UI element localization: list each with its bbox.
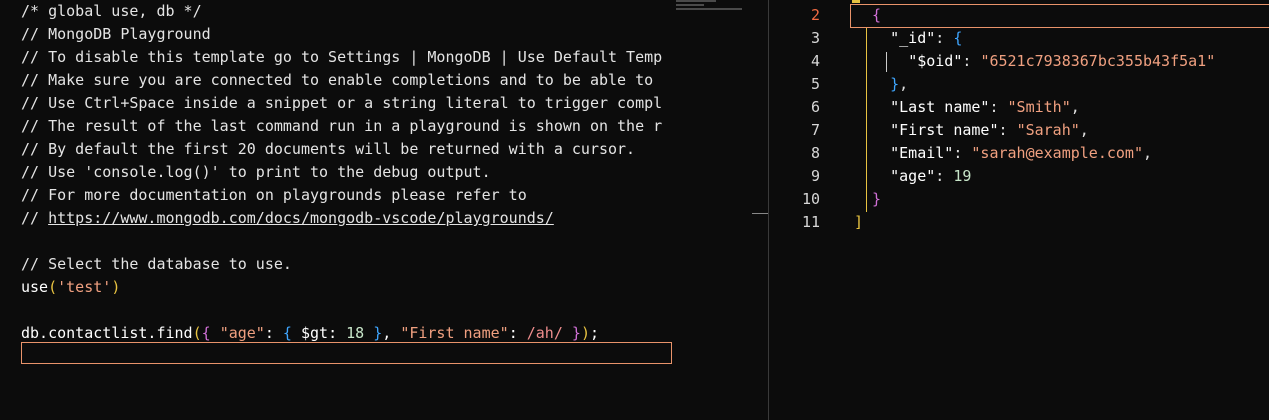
- code-line: // The result of the last command run in…: [21, 117, 663, 135]
- code-line: // Use Ctrl+Space inside a snippet or a …: [21, 94, 663, 112]
- code-line: // To disable this template go to Settin…: [21, 48, 663, 66]
- json-key: "First name": [890, 121, 999, 139]
- line-number: 11: [801, 213, 820, 231]
- json-string-value: "sarah@example.com": [971, 144, 1143, 162]
- json-key: "age": [890, 167, 936, 185]
- gt-operator: $gt: [300, 324, 329, 342]
- result-editor[interactable]: 2 3 4 5 6 7 8 9 10 11 { "_id": { "$oid":…: [770, 0, 1269, 420]
- line-number: 3: [810, 29, 820, 47]
- json-key: "Last name": [890, 98, 990, 116]
- vscode-window: /* global use, db */ // MongoDB Playgrou…: [0, 0, 1269, 420]
- json-line: },: [890, 75, 909, 93]
- json-line: "$oid": "6521c7938367bc355b43f5a1": [908, 52, 1216, 70]
- editor-splitter[interactable]: [768, 0, 769, 420]
- json-line: "First name": "Sarah",: [890, 121, 1089, 139]
- cursor-line-highlight[interactable]: [21, 342, 672, 364]
- json-line: "Email": "sarah@example.com",: [890, 144, 1153, 162]
- json-number-value: 19: [953, 167, 972, 185]
- result-json[interactable]: { "_id": { "$oid": "6521c7938367bc355b43…: [854, 4, 1215, 234]
- json-key: "_id": [890, 29, 936, 47]
- line-number: 9: [810, 167, 820, 185]
- code-line: // MongoDB Playground: [21, 25, 211, 43]
- regex-literal: /ah/: [526, 324, 563, 342]
- line-number: 2: [810, 6, 820, 24]
- line-number: 8: [810, 144, 820, 162]
- code-line: // Select the database to use.: [21, 255, 292, 273]
- line-number: 5: [810, 75, 820, 93]
- playground-editor[interactable]: /* global use, db */ // MongoDB Playgrou…: [0, 0, 672, 420]
- code-line: // By default the first 20 documents wil…: [21, 140, 636, 158]
- json-line: "_id": {: [890, 29, 963, 47]
- db-name-string: 'test': [57, 278, 112, 296]
- age-number: 18: [346, 324, 365, 342]
- code-line: // https://www.mongodb.com/docs/mongodb-…: [21, 207, 672, 230]
- line-number-gutter: 2 3 4 5 6 7 8 9 10 11: [770, 4, 820, 234]
- json-line: }: [854, 190, 882, 208]
- first-name-key: "First name": [400, 324, 509, 342]
- json-line: ]: [854, 213, 864, 231]
- json-line: "Last name": "Smith",: [890, 98, 1080, 116]
- line-number: 7: [810, 121, 820, 139]
- json-line: "age": 19: [890, 167, 972, 185]
- code-line: // Use 'console.log()' to print to the d…: [21, 163, 491, 181]
- line-number: 4: [810, 52, 820, 70]
- find-call: db.contactlist.find: [21, 324, 193, 342]
- json-key: "$oid": [908, 52, 963, 70]
- json-string-value: "Smith": [1007, 98, 1071, 116]
- docs-link[interactable]: https://www.mongodb.com/docs/mongodb-vsc…: [48, 209, 554, 227]
- playground-code[interactable]: /* global use, db */ // MongoDB Playgrou…: [21, 0, 672, 345]
- json-key: "Email": [890, 144, 954, 162]
- age-key: "age": [219, 324, 265, 342]
- use-fn: use: [21, 278, 49, 296]
- json-string-value: "Sarah": [1016, 121, 1080, 139]
- code-line: // Make sure you are connected to enable…: [21, 71, 654, 89]
- fold-marker: [852, 0, 860, 3]
- line-number: 10: [801, 190, 820, 208]
- json-line: {: [854, 6, 882, 24]
- minimap[interactable]: [676, 0, 746, 20]
- code-line: // For more documentation on playgrounds…: [21, 186, 527, 204]
- line-number: 6: [810, 98, 820, 116]
- splitter-indicator: [752, 213, 768, 214]
- json-string-value: "6521c7938367bc355b43f5a1": [980, 52, 1216, 70]
- use-statement: use('test'): [21, 278, 121, 296]
- comment-prefix: //: [21, 209, 49, 227]
- code-line: /* global use, db */: [21, 2, 202, 20]
- statement-end: ;: [589, 324, 599, 342]
